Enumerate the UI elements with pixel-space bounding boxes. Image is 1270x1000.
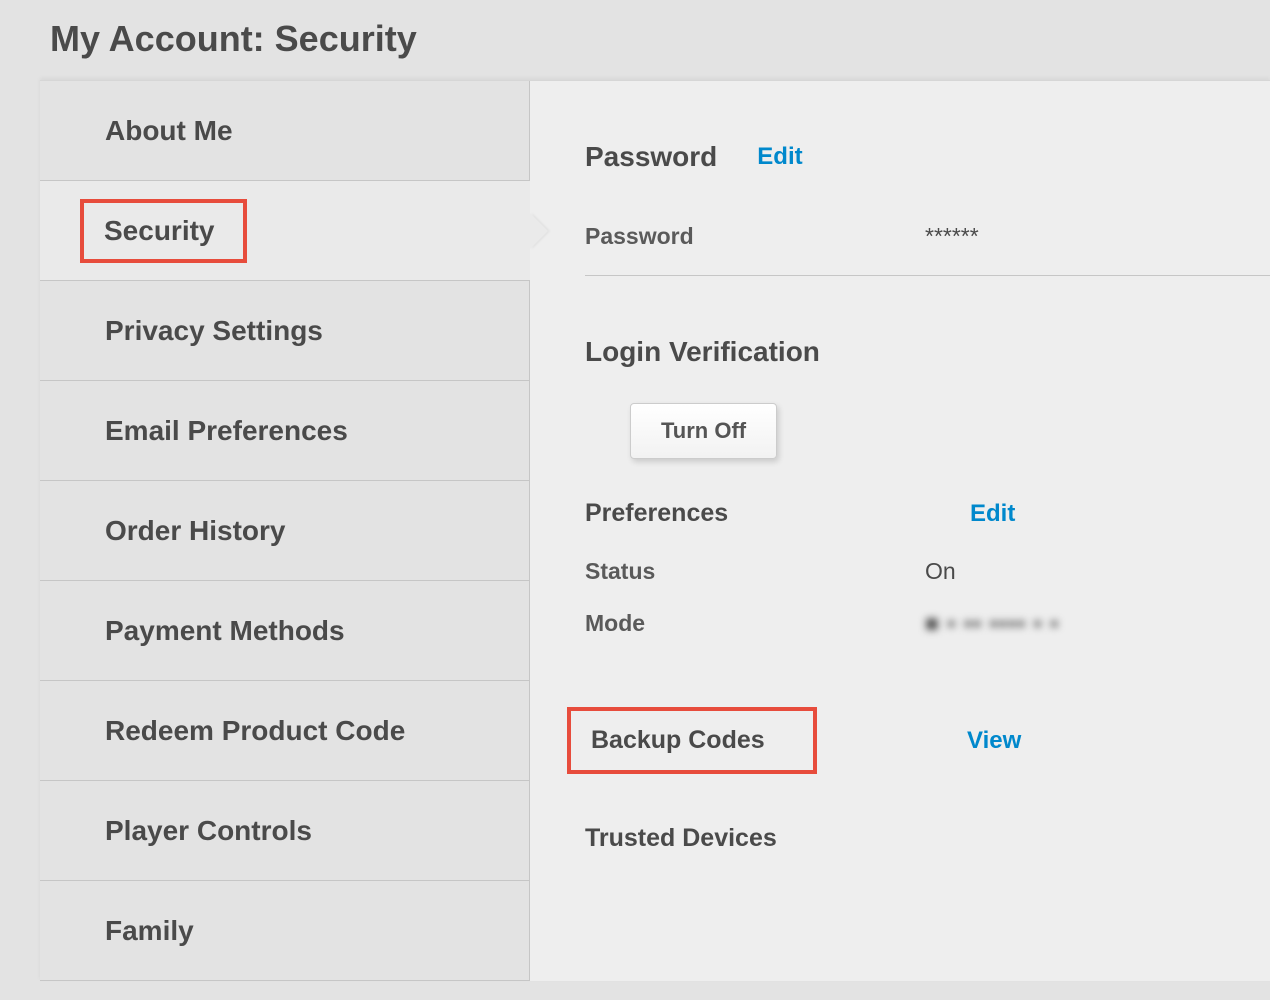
page-title: My Account: Security [0, 0, 1270, 80]
sidebar-item-label: Family [40, 915, 194, 947]
password-section: Password Edit Password ****** [585, 141, 1270, 276]
content-panel: Password Edit Password ****** Login Veri… [530, 81, 1270, 981]
mode-value: ■ ▪ ▪▪ ▪▪▪▪ ▪ ▪ [925, 610, 1059, 637]
sidebar-item-label: Payment Methods [40, 615, 345, 647]
sidebar-item-label: Order History [40, 515, 286, 547]
status-label: Status [585, 558, 925, 585]
password-field-value: ****** [925, 223, 979, 250]
sidebar-nav: About Me Security Privacy Settings Email… [40, 81, 530, 981]
preferences-edit-link[interactable]: Edit [970, 500, 1015, 528]
sidebar-item-security[interactable]: Security [40, 181, 530, 281]
password-title: Password [585, 141, 717, 173]
sidebar-item-label: Redeem Product Code [40, 715, 405, 747]
sidebar-item-label: About Me [40, 115, 233, 147]
sidebar-item-label: Player Controls [40, 815, 312, 847]
trusted-devices-title: Trusted Devices [585, 824, 777, 852]
mode-label: Mode [585, 610, 925, 637]
sidebar-item-family[interactable]: Family [40, 881, 530, 981]
sidebar-item-payment-methods[interactable]: Payment Methods [40, 581, 530, 681]
login-verification-title: Login Verification [585, 336, 1270, 368]
sidebar-item-redeem-product-code[interactable]: Redeem Product Code [40, 681, 530, 781]
status-value: On [925, 558, 956, 585]
sidebar-item-email-preferences[interactable]: Email Preferences [40, 381, 530, 481]
sidebar-item-label: Security [104, 215, 215, 246]
sidebar-item-label: Email Preferences [40, 415, 348, 447]
password-edit-link[interactable]: Edit [757, 143, 802, 171]
account-container: About Me Security Privacy Settings Email… [40, 80, 1270, 981]
sidebar-item-order-history[interactable]: Order History [40, 481, 530, 581]
sidebar-item-about-me[interactable]: About Me [40, 81, 530, 181]
sidebar-item-privacy-settings[interactable]: Privacy Settings [40, 281, 530, 381]
turn-off-button[interactable]: Turn Off [630, 403, 777, 459]
login-verification-section: Login Verification Turn Off Preferences … [585, 336, 1270, 637]
sidebar-item-player-controls[interactable]: Player Controls [40, 781, 530, 881]
password-field-label: Password [585, 223, 925, 250]
trusted-devices-section: Trusted Devices [585, 824, 1270, 853]
backup-codes-title: Backup Codes [591, 726, 765, 754]
highlight-box-backup-codes: Backup Codes [567, 707, 817, 774]
highlight-box-security: Security [80, 199, 247, 263]
sidebar-item-label: Privacy Settings [40, 315, 323, 347]
backup-codes-view-link[interactable]: View [967, 727, 1021, 755]
preferences-title: Preferences [585, 499, 970, 528]
backup-codes-section: Backup Codes View [585, 707, 1270, 774]
